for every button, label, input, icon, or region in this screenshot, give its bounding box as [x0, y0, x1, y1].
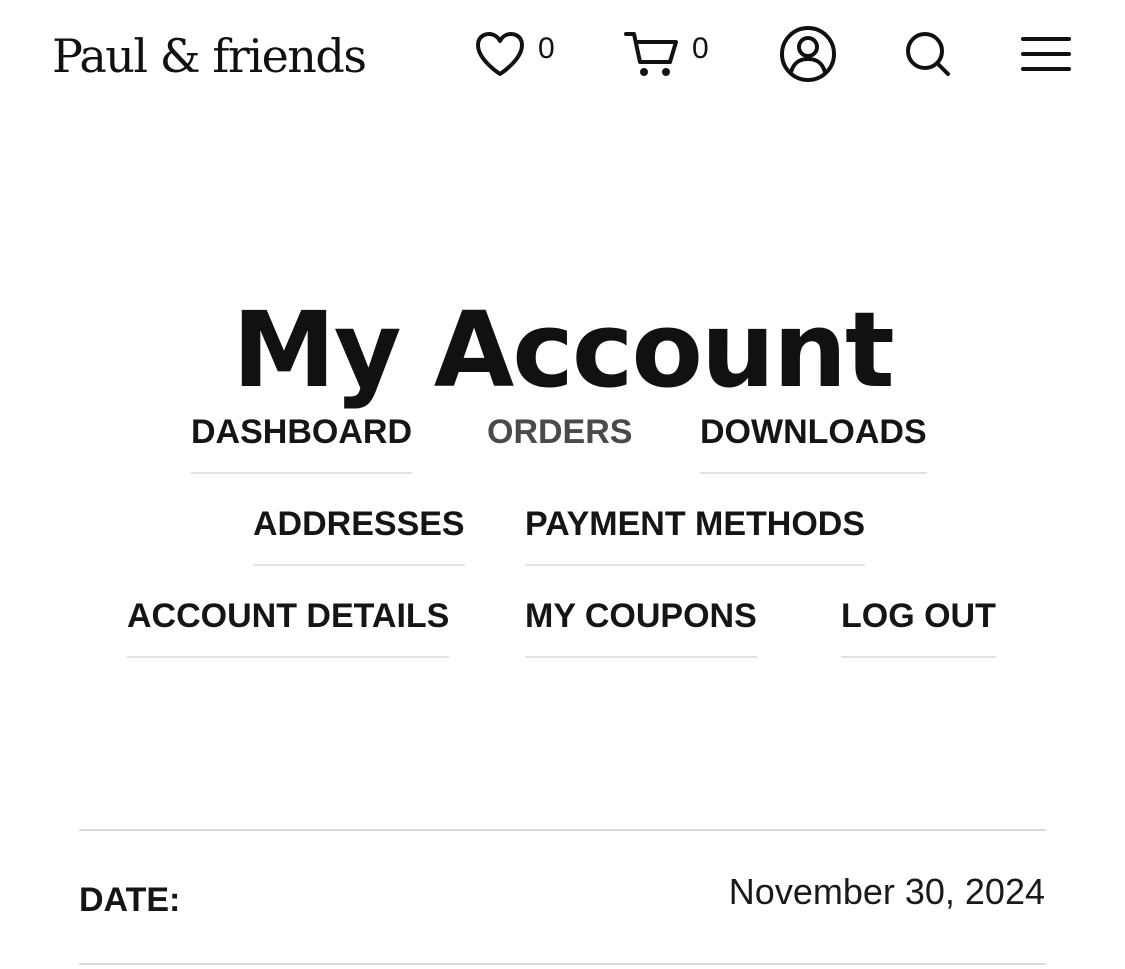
user-icon — [780, 26, 836, 82]
cart-button[interactable]: 0 — [624, 30, 709, 78]
divider — [79, 829, 1046, 831]
order-date-value: November 30, 2024 — [728, 871, 1045, 912]
cart-count: 0 — [692, 32, 709, 65]
nav-account-details[interactable]: ACCOUNT DETAILS — [127, 596, 450, 658]
nav-orders[interactable]: ORDERS — [487, 412, 632, 474]
nav-addresses[interactable]: ADDRESSES — [253, 504, 465, 566]
page-title: My Account — [232, 288, 895, 411]
menu-button[interactable] — [1020, 34, 1072, 74]
order-date-label: DATE: — [79, 881, 181, 919]
cart-icon — [624, 32, 678, 76]
heart-icon — [476, 32, 524, 76]
account-button[interactable] — [778, 24, 838, 84]
wishlist-count: 0 — [538, 32, 555, 65]
divider — [79, 963, 1046, 965]
brand-logo[interactable]: Paul & friends — [52, 28, 367, 84]
search-icon — [906, 32, 950, 76]
nav-downloads[interactable]: DOWNLOADS — [700, 412, 927, 474]
nav-payment-methods[interactable]: PAYMENT METHODS — [525, 504, 866, 566]
nav-log-out[interactable]: LOG OUT — [841, 596, 996, 658]
wishlist-button[interactable]: 0 — [474, 30, 555, 78]
nav-dashboard[interactable]: DASHBOARD — [191, 412, 412, 474]
nav-my-coupons[interactable]: MY COUPONS — [525, 596, 757, 658]
search-button[interactable] — [902, 28, 954, 80]
menu-icon — [1021, 37, 1071, 71]
